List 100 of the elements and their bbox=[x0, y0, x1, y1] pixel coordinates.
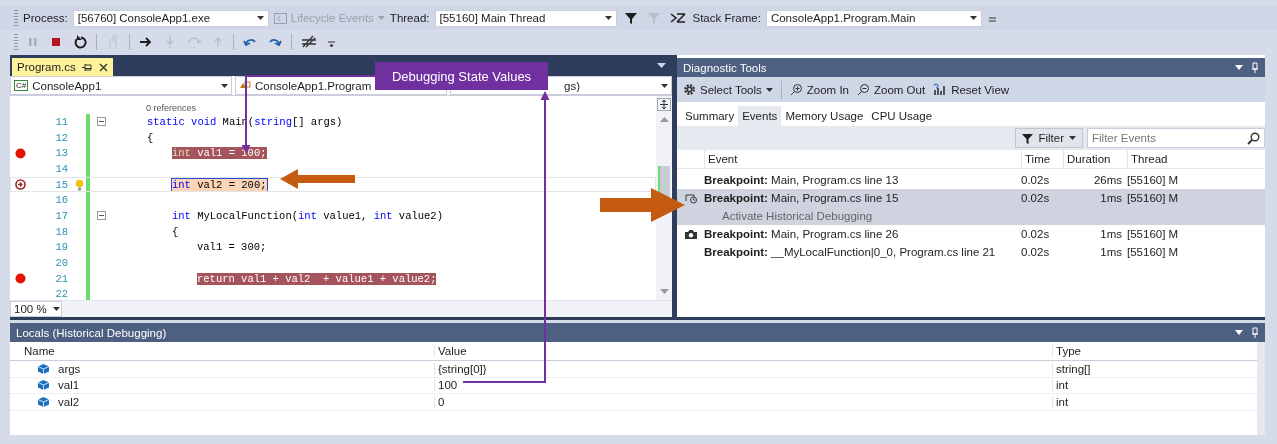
filter-button[interactable]: Filter bbox=[1015, 128, 1083, 148]
search-icon bbox=[1247, 132, 1260, 145]
event-row[interactable]: Breakpoint: __MyLocalFunction|0_0, Program.cs line 21 0.02s 1ms [55160] M bbox=[677, 243, 1265, 261]
dropdown-icon[interactable] bbox=[1235, 330, 1243, 335]
project-combo[interactable]: C# ConsoleApp1 bbox=[10, 76, 232, 95]
column-header[interactable]: Event bbox=[704, 150, 1021, 168]
code-line: { bbox=[147, 131, 154, 144]
filter-icon[interactable] bbox=[623, 11, 638, 25]
tab[interactable]: CPU Usage bbox=[867, 106, 937, 126]
breakpoint-icon[interactable] bbox=[14, 273, 26, 285]
caret-icon bbox=[256, 16, 264, 20]
stop-icon[interactable] bbox=[50, 36, 62, 48]
zoom-in-button[interactable]: Zoom In bbox=[789, 83, 849, 96]
line-number: 17 bbox=[54, 209, 69, 222]
variable-name: val1 bbox=[58, 379, 80, 392]
event-thread: [55160] M bbox=[1127, 246, 1180, 258]
callout-tooltip: Debugging State Values bbox=[375, 62, 548, 90]
panel-title: Locals (Historical Debugging) bbox=[16, 326, 167, 339]
column-header[interactable]: Name bbox=[10, 345, 434, 357]
code-line: int MyLocalFunction(int value1, int value2) bbox=[172, 209, 443, 222]
event-time: 0.02s bbox=[1021, 246, 1051, 258]
variable-type: int bbox=[1052, 395, 1242, 408]
column-header[interactable]: Time bbox=[1021, 150, 1063, 168]
column-header[interactable]: Value bbox=[434, 345, 1052, 357]
thread-combo[interactable]: [55160] Main Thread bbox=[434, 9, 617, 27]
variable-icon bbox=[38, 396, 49, 407]
tab[interactable]: Memory Usage bbox=[781, 106, 868, 126]
breakpoint-icon[interactable] bbox=[14, 147, 26, 159]
line-number: 22 bbox=[54, 288, 69, 300]
split-icon[interactable] bbox=[657, 98, 671, 111]
activate-historical-debugging-link[interactable]: Activate Historical Debugging bbox=[704, 210, 873, 222]
column-header[interactable]: Thread bbox=[1127, 150, 1187, 168]
scroll-down-icon[interactable] bbox=[659, 289, 669, 294]
collapse-icon[interactable] bbox=[96, 211, 106, 221]
event-row[interactable]: Breakpoint: Main, Program.cs line 15 0.02s 1ms [55160] M Activate Historical Debugging bbox=[677, 189, 1265, 225]
caret-icon bbox=[969, 16, 977, 20]
line-number: 11 bbox=[54, 115, 69, 128]
event-time: 0.02s bbox=[1021, 174, 1051, 186]
line-number: 16 bbox=[54, 194, 69, 207]
variable-name: args bbox=[58, 362, 81, 375]
stack-frame-combo[interactable]: ConsoleApp1.Program.Main bbox=[765, 9, 982, 27]
filter-events-field[interactable]: Filter Events bbox=[1087, 128, 1265, 148]
line-number: 20 bbox=[54, 257, 69, 270]
tab[interactable]: Events bbox=[738, 106, 782, 126]
horizontal-scrollbar[interactable] bbox=[62, 301, 672, 317]
variable-type: string[] bbox=[1052, 362, 1242, 375]
variable-name: val2 bbox=[58, 395, 80, 408]
settings-icon bbox=[683, 83, 696, 96]
variable-icon bbox=[38, 363, 49, 374]
hatched-icon[interactable] bbox=[301, 35, 317, 49]
variable-icon bbox=[38, 380, 49, 391]
event-row[interactable]: Breakpoint: Main, Program.cs line 26 0.02s 1ms [55160] M bbox=[677, 225, 1265, 243]
column-header[interactable]: Duration bbox=[1063, 150, 1127, 168]
zoom-out-button[interactable]: Zoom Out bbox=[857, 83, 926, 96]
select-tools-button[interactable]: Select Tools bbox=[683, 83, 773, 96]
zoom-combo[interactable]: 100 % bbox=[10, 301, 62, 317]
vertical-scrollbar[interactable] bbox=[1257, 342, 1265, 435]
breakpoint-arrow-icon[interactable] bbox=[14, 179, 26, 191]
line-number: 19 bbox=[54, 241, 69, 254]
tab[interactable]: Summary bbox=[681, 106, 739, 126]
event-time: 0.02s bbox=[1021, 228, 1051, 240]
event-row[interactable]: Breakpoint: Main, Program.cs line 13 0.02s 26ms [55160] M bbox=[677, 171, 1265, 189]
line-number: 18 bbox=[54, 225, 69, 238]
variable-type: int bbox=[1052, 379, 1242, 392]
caret-icon bbox=[221, 83, 228, 88]
caret-icon bbox=[52, 307, 60, 311]
line-number: 12 bbox=[54, 131, 69, 144]
undo-icon[interactable] bbox=[243, 36, 257, 48]
pin-icon[interactable] bbox=[81, 62, 93, 72]
history-icon bbox=[683, 192, 698, 204]
filter-icon bbox=[1022, 132, 1034, 144]
close-icon[interactable] bbox=[98, 62, 108, 72]
dropdown-icon[interactable] bbox=[657, 63, 666, 68]
arrow-right-icon[interactable] bbox=[139, 35, 153, 49]
variable-value: 0 bbox=[434, 395, 1052, 408]
thread-label: Thread: bbox=[389, 12, 430, 24]
event-time: 0.02s bbox=[1021, 192, 1051, 204]
dropdown-icon[interactable] bbox=[1235, 65, 1243, 70]
scroll-up-icon[interactable] bbox=[659, 117, 669, 122]
line-number: 15 bbox=[54, 178, 69, 191]
panel-title: Diagnostic Tools bbox=[683, 61, 767, 74]
vertical-scrollbar[interactable] bbox=[656, 96, 672, 300]
caret-icon bbox=[661, 83, 668, 88]
caret-icon bbox=[1069, 136, 1076, 140]
restart-icon[interactable] bbox=[73, 35, 87, 49]
document-tab[interactable]: Program.cs bbox=[12, 58, 113, 76]
line-number: 14 bbox=[54, 162, 69, 175]
camera-icon bbox=[683, 228, 698, 240]
lightbulb-icon[interactable] bbox=[74, 178, 84, 191]
bar-chart-icon bbox=[933, 83, 948, 96]
code-line: { bbox=[172, 225, 179, 238]
process-combo[interactable]: [56760] ConsoleApp1.exe bbox=[72, 9, 269, 27]
event-icon bbox=[273, 12, 287, 24]
reset-view-button[interactable]: Reset View bbox=[933, 83, 1010, 96]
codelens-references[interactable]: 0 references bbox=[146, 103, 197, 113]
redo-icon[interactable] bbox=[268, 36, 282, 48]
column-header[interactable]: Type bbox=[1052, 345, 1242, 357]
collapse-icon[interactable] bbox=[96, 117, 106, 127]
variable-value: 100 bbox=[434, 379, 1052, 392]
line-number: 13 bbox=[54, 147, 69, 160]
